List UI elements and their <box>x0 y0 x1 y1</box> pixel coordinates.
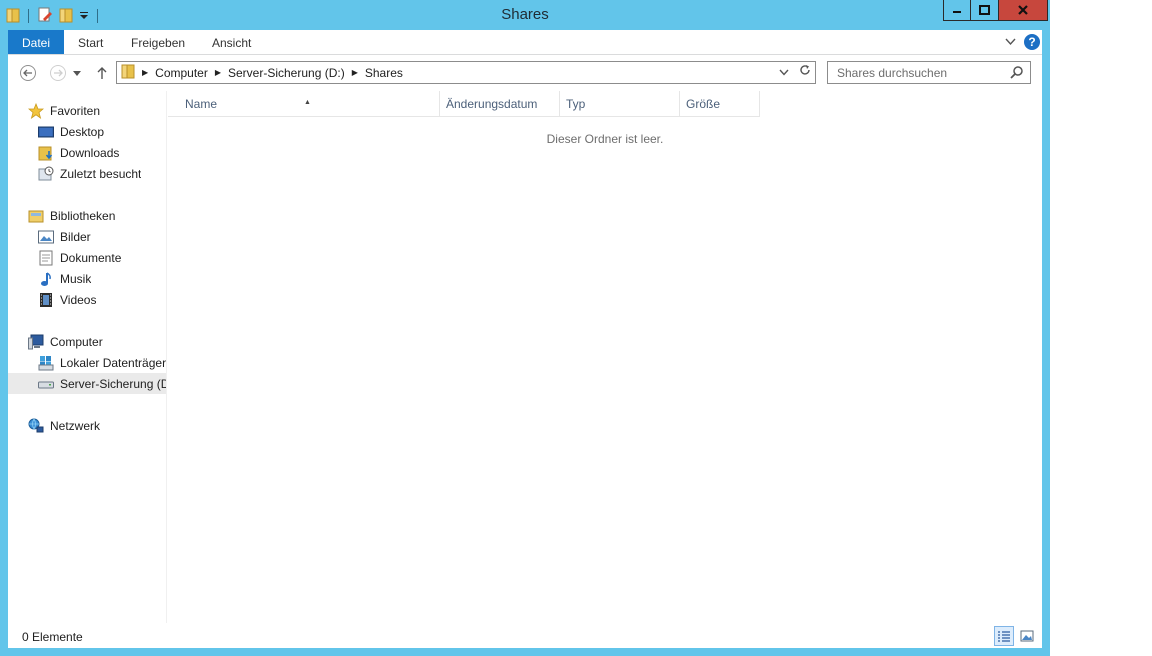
ribbon-right-controls: ? <box>1005 34 1040 50</box>
search-input[interactable]: Shares durchsuchen <box>827 61 1031 84</box>
nav-libraries[interactable]: Bibliotheken <box>28 205 115 226</box>
pictures-icon <box>38 229 54 245</box>
libraries-icon <box>28 208 44 224</box>
column-modified[interactable]: Änderungsdatum <box>440 91 560 116</box>
folder-icon <box>121 63 135 82</box>
network-icon <box>28 418 44 434</box>
breadcrumb-separator-icon[interactable]: ▶ <box>142 68 148 77</box>
close-button[interactable] <box>998 0 1048 21</box>
breadcrumb-computer[interactable]: Computer <box>155 66 208 80</box>
help-icon[interactable]: ? <box>1024 34 1040 50</box>
chevron-down-icon <box>73 70 81 76</box>
local-disk-icon <box>38 355 54 371</box>
search-placeholder: Shares durchsuchen <box>837 66 948 80</box>
drive-icon <box>38 376 54 392</box>
tab-share[interactable]: Freigeben <box>131 30 185 54</box>
sort-ascending-icon: ▲ <box>304 99 311 106</box>
star-icon <box>28 102 44 119</box>
nav-favorites[interactable]: Favoriten <box>28 100 100 121</box>
address-history-chevron-icon[interactable] <box>779 65 789 79</box>
nav-item-label: Server-Sicherung (D:) <box>60 376 166 391</box>
column-header-row: ▲ Name Änderungsdatum Typ Größe <box>168 91 760 117</box>
title-bar: Shares <box>0 0 1050 30</box>
computer-icon <box>28 334 44 350</box>
nav-item-recent-places[interactable]: Zuletzt besucht <box>38 163 141 184</box>
back-arrow-icon <box>20 65 36 81</box>
close-icon <box>1018 5 1028 15</box>
nav-network[interactable]: Netzwerk <box>28 415 100 436</box>
up-button[interactable] <box>92 63 112 83</box>
up-arrow-icon <box>97 67 107 79</box>
status-bar: 0 Elemente <box>8 624 1042 648</box>
music-icon <box>38 271 54 287</box>
nav-item-label: Desktop <box>60 124 105 139</box>
nav-libraries-label: Bibliotheken <box>50 208 116 223</box>
address-bar[interactable]: ▶ Computer ▶ Server-Sicherung (D:) ▶ Sha… <box>116 61 816 84</box>
recent-places-icon <box>38 166 54 182</box>
recent-locations-button[interactable] <box>70 63 84 83</box>
column-type[interactable]: Typ <box>560 91 680 116</box>
breadcrumb-shares[interactable]: Shares <box>365 66 403 80</box>
refresh-icon[interactable] <box>799 64 811 79</box>
nav-item-music[interactable]: Musik <box>38 268 91 289</box>
navigation-pane: Favoriten Desktop Downloads Zuletzt besu… <box>8 91 167 623</box>
search-icon[interactable] <box>1010 65 1024 82</box>
details-view-button[interactable] <box>994 626 1014 646</box>
item-count: 0 Elemente <box>22 630 83 644</box>
minimize-button[interactable] <box>943 0 971 21</box>
maximize-icon <box>979 5 990 15</box>
window-title: Shares <box>501 6 549 23</box>
ribbon-tabs: Datei Start Freigeben Ansicht ? <box>8 30 1042 55</box>
nav-item-local-disk[interactable]: Lokaler Datenträger <box>38 352 166 373</box>
videos-icon <box>38 292 54 308</box>
window-client-area: Datei Start Freigeben Ansicht ? ▶ Comput… <box>8 30 1042 648</box>
nav-network-label: Netzwerk <box>50 418 101 433</box>
tab-view[interactable]: Ansicht <box>212 30 251 54</box>
nav-item-documents[interactable]: Dokumente <box>38 247 121 268</box>
tab-file[interactable]: Datei <box>8 30 64 54</box>
nav-computer[interactable]: Computer <box>28 331 103 352</box>
breadcrumb-separator-icon[interactable]: ▶ <box>352 68 358 77</box>
nav-item-desktop[interactable]: Desktop <box>38 121 104 142</box>
explorer-window: Shares Datei Start Freigeben Ansicht ? ▶… <box>0 0 1050 656</box>
nav-item-server-backup[interactable]: Server-Sicherung (D:) <box>8 373 166 394</box>
breadcrumb-server-backup[interactable]: Server-Sicherung (D:) <box>228 66 345 80</box>
column-name[interactable]: ▲ Name <box>168 91 440 116</box>
large-icons-view-button[interactable] <box>1017 626 1037 646</box>
nav-item-label: Videos <box>60 292 97 307</box>
file-list: ▲ Name Änderungsdatum Typ Größe Dieser O… <box>168 91 1042 623</box>
nav-computer-label: Computer <box>50 334 103 349</box>
address-bar-controls <box>779 64 811 79</box>
nav-favorites-label: Favoriten <box>50 103 101 118</box>
nav-item-label: Zuletzt besucht <box>60 166 142 181</box>
forward-arrow-icon <box>50 65 66 81</box>
nav-item-pictures[interactable]: Bilder <box>38 226 91 247</box>
breadcrumb-separator-icon[interactable]: ▶ <box>215 68 221 77</box>
navigation-bar: ▶ Computer ▶ Server-Sicherung (D:) ▶ Sha… <box>8 55 1042 91</box>
nav-item-label: Dokumente <box>60 250 122 265</box>
tab-start[interactable]: Start <box>78 30 103 54</box>
back-button[interactable] <box>18 63 38 83</box>
details-view-icon <box>998 631 1010 642</box>
nav-item-label: Bilder <box>60 229 91 244</box>
large-icons-view-icon <box>1020 630 1034 642</box>
expand-ribbon-chevron-icon[interactable] <box>1005 35 1016 49</box>
nav-item-label: Downloads <box>60 145 120 160</box>
breadcrumb: ▶ Computer ▶ Server-Sicherung (D:) ▶ Sha… <box>117 62 403 83</box>
nav-item-label: Lokaler Datenträger <box>60 355 167 370</box>
empty-folder-message: Dieser Ordner ist leer. <box>546 132 664 146</box>
column-name-label: Name <box>185 97 218 111</box>
nav-item-label: Musik <box>60 271 92 286</box>
column-size[interactable]: Größe <box>680 91 760 116</box>
maximize-button[interactable] <box>970 0 999 21</box>
documents-icon <box>38 250 54 266</box>
downloads-icon <box>38 145 54 161</box>
minimize-icon <box>953 11 961 13</box>
desktop-icon <box>38 124 54 140</box>
nav-item-videos[interactable]: Videos <box>38 289 96 310</box>
nav-item-downloads[interactable]: Downloads <box>38 142 119 163</box>
forward-button[interactable] <box>48 63 68 83</box>
